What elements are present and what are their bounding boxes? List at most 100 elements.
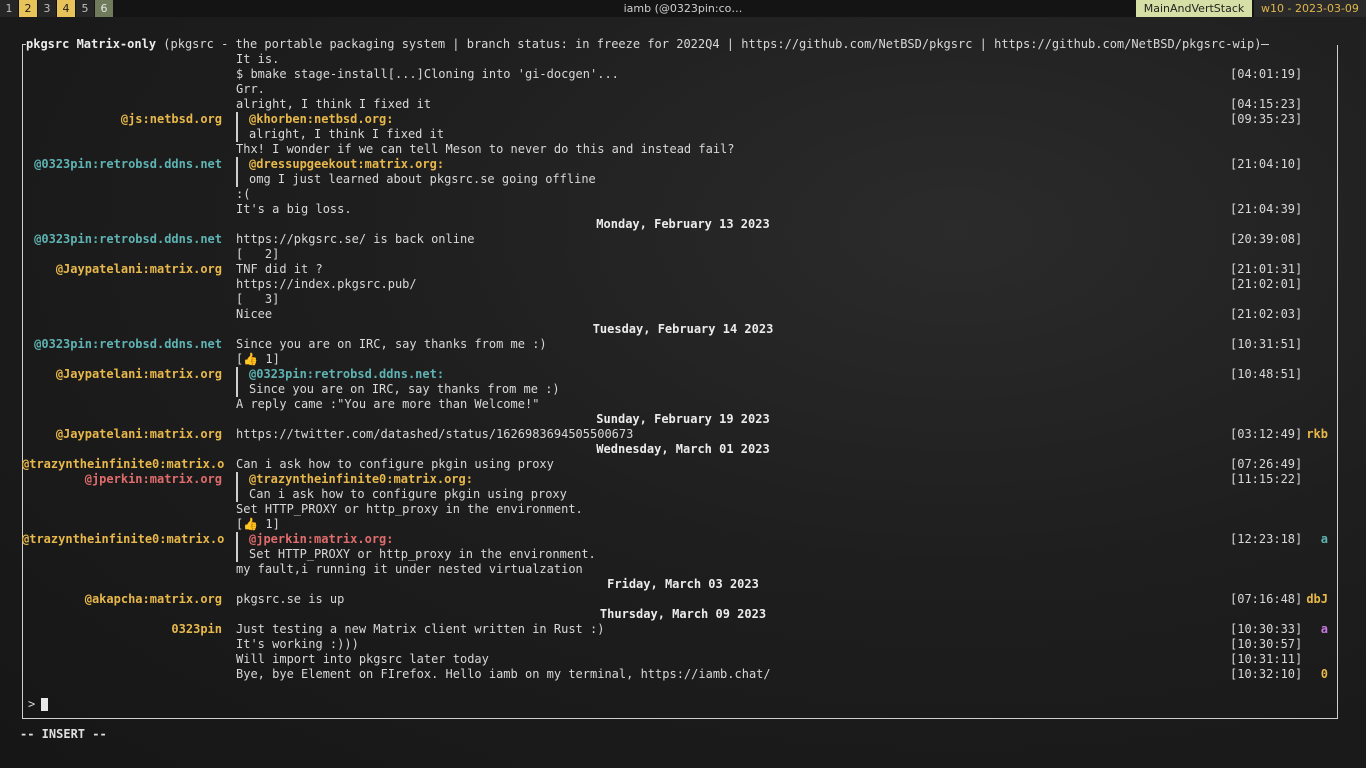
workspace-5[interactable]: 5 xyxy=(76,0,94,17)
message-timestamp: [09:35:23] xyxy=(1230,112,1303,126)
message-text[interactable]: [ 2] xyxy=(236,247,279,262)
message-text[interactable]: Bye, bye Element on FIrefox. Hello iamb … xyxy=(236,667,771,682)
date-clock: w10 - 2023-03-09 xyxy=(1254,0,1366,17)
read-receipt: dbJ xyxy=(1306,592,1328,606)
editor-mode-indicator: -- INSERT -- xyxy=(20,727,107,741)
message-text[interactable]: Nicee xyxy=(236,307,272,322)
message-composer[interactable]: > xyxy=(28,697,49,712)
quote-text: Set HTTP_PROXY or http_proxy in the envi… xyxy=(249,547,596,561)
message-timestamp: [07:26:49] xyxy=(1230,457,1303,471)
message-timestamp: [12:23:18] xyxy=(1230,532,1303,546)
reply-quote-text: Set HTTP_PROXY or http_proxy in the envi… xyxy=(236,547,596,562)
message-timestamp: [20:39:08] xyxy=(1230,232,1303,246)
message-timestamp: [21:02:03] xyxy=(1230,307,1303,321)
message-timestamp: [21:04:39] xyxy=(1230,202,1303,216)
reply-quote-text: omg I just learned about pkgsrc.se going… xyxy=(236,172,596,187)
quote-text: @0323pin:retrobsd.ddns.net: xyxy=(249,367,445,381)
message-text[interactable]: A reply came :"You are more than Welcome… xyxy=(236,397,539,412)
quote-bar xyxy=(236,127,238,142)
quote-bar xyxy=(236,112,238,127)
quote-text: Can i ask how to configure pkgin using p… xyxy=(249,487,567,501)
message-text[interactable]: my fault,i running it under nested virtu… xyxy=(236,562,583,577)
workspace-1[interactable]: 1 xyxy=(0,0,18,17)
quote-text: alright, I think I fixed it xyxy=(249,127,445,141)
message-text[interactable]: [ 3] xyxy=(236,292,279,307)
message-sender[interactable]: @Jaypatelani:matrix.org xyxy=(22,427,222,442)
quote-text: @trazyntheinfinite0:matrix.org: xyxy=(249,472,473,486)
message-text[interactable]: pkgsrc.se is up xyxy=(236,592,344,607)
top-status-bar: iamb (@0323pin:co… 123456 MainAndVertSta… xyxy=(0,0,1366,17)
date-separator: Friday, March 03 2023 xyxy=(607,577,759,591)
date-separator: Wednesday, March 01 2023 xyxy=(596,442,770,456)
message-timestamp: [10:30:33] xyxy=(1230,622,1303,636)
message-sender[interactable]: @0323pin:retrobsd.ddns.net xyxy=(22,232,222,247)
message-text[interactable]: TNF did it ? xyxy=(236,262,323,277)
quote-bar xyxy=(236,382,238,397)
quote-text: Since you are on IRC, say thanks from me… xyxy=(249,382,560,396)
workspace-6[interactable]: 6 xyxy=(95,0,113,17)
message-timestamp: [21:04:10] xyxy=(1230,157,1303,171)
quote-bar xyxy=(236,487,238,502)
message-text[interactable]: Just testing a new Matrix client written… xyxy=(236,622,604,637)
message-sender[interactable]: @Jaypatelani:matrix.org xyxy=(22,367,222,382)
workspace-4[interactable]: 4 xyxy=(57,0,75,17)
quote-bar xyxy=(236,547,238,562)
message-text[interactable]: https://index.pkgsrc.pub/ xyxy=(236,277,417,292)
quote-text: omg I just learned about pkgsrc.se going… xyxy=(249,172,596,186)
quote-text: @khorben:netbsd.org: xyxy=(249,112,394,126)
message-text[interactable]: Will import into pkgsrc later today xyxy=(236,652,489,667)
message-sender[interactable]: @jperkin:matrix.org xyxy=(22,472,222,487)
read-receipt: rkb xyxy=(1306,427,1328,441)
reply-quote-author: @dressupgeekout:matrix.org: xyxy=(236,157,444,172)
message-timestamp: [07:16:48] xyxy=(1230,592,1303,606)
reply-quote-author: @khorben:netbsd.org: xyxy=(236,112,394,127)
date-separator: Monday, February 13 2023 xyxy=(596,217,770,231)
workspace-3[interactable]: 3 xyxy=(38,0,56,17)
message-sender[interactable]: @trazyntheinfinite0:matrix.o xyxy=(22,532,224,547)
reply-quote-text: Can i ask how to configure pkgin using p… xyxy=(236,487,567,502)
text-cursor xyxy=(41,698,49,711)
message-timestamp: [21:02:01] xyxy=(1230,277,1303,291)
message-text[interactable]: $ bmake stage-install[...]Cloning into '… xyxy=(236,67,619,82)
message-timestamp: [03:12:49] xyxy=(1230,427,1303,441)
message-sender[interactable]: @trazyntheinfinite0:matrix.o xyxy=(22,457,224,472)
message-sender[interactable]: @akapcha:matrix.org xyxy=(22,592,222,607)
message-text[interactable]: [👍 1] xyxy=(236,352,280,367)
reply-quote-text: alright, I think I fixed it xyxy=(236,127,444,142)
message-sender[interactable]: @Jaypatelani:matrix.org xyxy=(22,262,222,277)
message-text[interactable]: Grr. xyxy=(236,82,265,97)
message-timestamp: [10:31:11] xyxy=(1230,652,1303,666)
message-text[interactable]: https://pkgsrc.se/ is back online xyxy=(236,232,474,247)
workspace-2[interactable]: 2 xyxy=(19,0,37,17)
message-sender[interactable]: @js:netbsd.org xyxy=(22,112,222,127)
message-text[interactable]: Thx! I wonder if we can tell Meson to ne… xyxy=(236,142,735,157)
message-timestamp: [04:01:19] xyxy=(1230,67,1303,81)
read-receipt: 0 xyxy=(1320,667,1328,681)
message-text[interactable]: It is. xyxy=(236,52,279,67)
layout-indicator[interactable]: MainAndVertStack xyxy=(1136,0,1252,17)
message-text[interactable]: [👍 1] xyxy=(236,517,280,532)
message-text[interactable]: Set HTTP_PROXY or http_proxy in the envi… xyxy=(236,502,583,517)
message-timestamp: [04:15:23] xyxy=(1230,97,1303,111)
message-text[interactable]: https://twitter.com/datashed/status/1626… xyxy=(236,427,633,442)
quote-bar xyxy=(236,472,238,487)
message-text[interactable]: Since you are on IRC, say thanks from me… xyxy=(236,337,547,352)
quote-bar xyxy=(236,367,238,382)
message-sender[interactable]: @0323pin:retrobsd.ddns.net xyxy=(22,337,222,352)
message-sender[interactable]: @0323pin:retrobsd.ddns.net xyxy=(22,157,222,172)
message-text[interactable]: :( xyxy=(236,187,250,202)
date-separator: Thursday, March 09 2023 xyxy=(599,607,767,621)
message-text[interactable]: alright, I think I fixed it xyxy=(236,97,431,112)
message-text[interactable]: It's a big loss. xyxy=(236,202,352,217)
read-receipt: a xyxy=(1320,622,1328,636)
message-timestamp: [10:30:57] xyxy=(1230,637,1303,651)
quote-bar xyxy=(236,172,238,187)
date-separator: Tuesday, February 14 2023 xyxy=(592,322,774,336)
reply-quote-author: @0323pin:retrobsd.ddns.net: xyxy=(236,367,444,382)
reply-quote-author: @trazyntheinfinite0:matrix.org: xyxy=(236,472,473,487)
message-text[interactable]: Can i ask how to configure pkgin using p… xyxy=(236,457,554,472)
message-text[interactable]: It's working :))) xyxy=(236,637,359,652)
message-timestamp: [10:32:10] xyxy=(1230,667,1303,681)
message-sender[interactable]: 0323pin xyxy=(22,622,222,637)
reply-quote-author: @jperkin:matrix.org: xyxy=(236,532,394,547)
